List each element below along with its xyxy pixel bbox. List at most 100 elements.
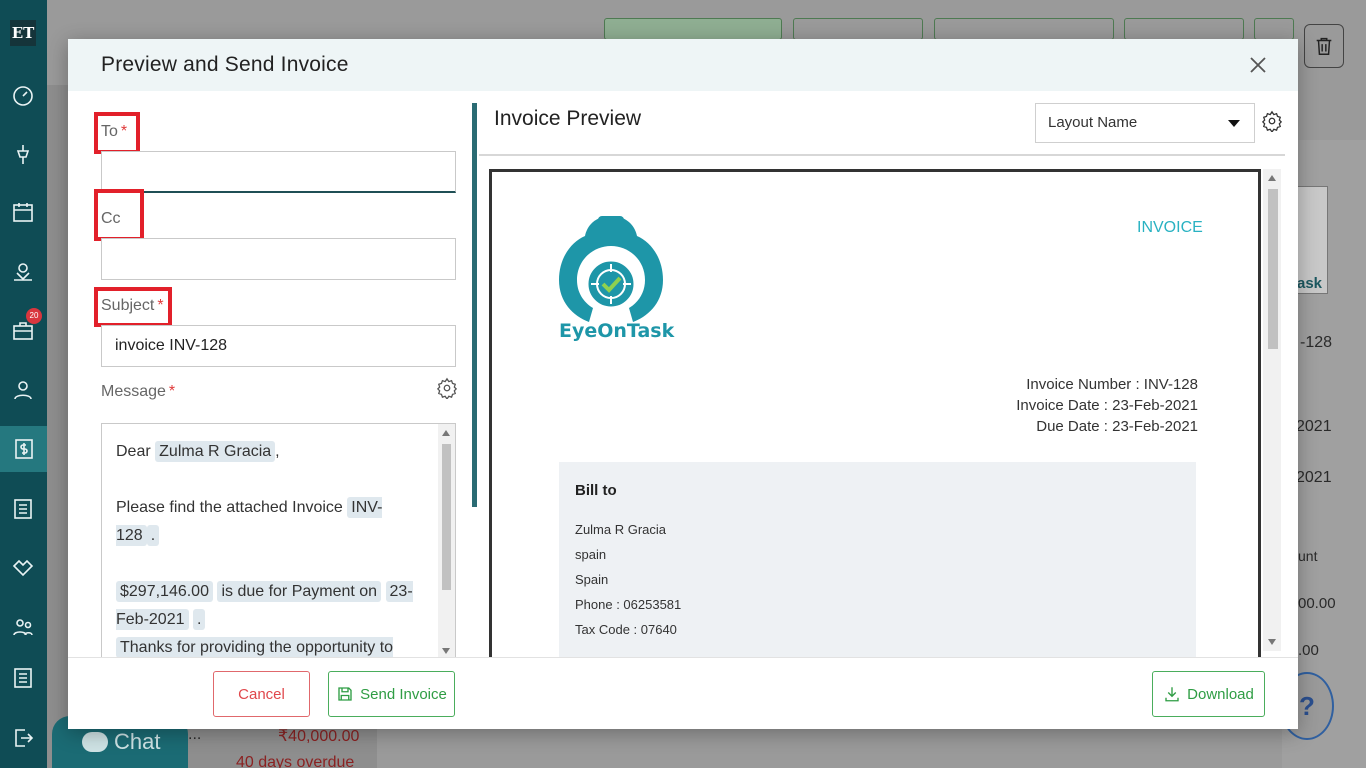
pin-icon[interactable] [11,142,35,166]
eyeontask-logo: EyeOnTask [556,212,674,344]
message-period: . [146,525,160,546]
subject-label-text: Subject [101,297,155,314]
to-label-text: To [101,123,118,140]
message-settings-gear-icon[interactable] [436,377,458,401]
scroll-up-icon[interactable] [442,430,450,436]
background-toolbar-button [934,18,1114,40]
download-button[interactable]: Download [1152,671,1265,717]
send-invoice-label: Send Invoice [360,685,447,703]
message-line3-end: . [192,609,206,630]
amount-chip[interactable]: $297,146.00 [116,581,213,602]
background-amount: ₹40,000.00 [278,728,360,745]
required-mark: * [168,383,176,400]
required-mark: * [120,123,128,140]
message-content[interactable]: Dear Zulma R Gracia, Please find the att… [116,438,416,658]
background-text: .00 [1298,642,1319,659]
invoice-date: Invoice Date : 23-Feb-2021 [1016,397,1198,414]
bill-to-line: spain [575,547,607,562]
invoice-heading: INVOICE [1137,219,1203,236]
background-text: ask [1297,275,1323,292]
bill-to-title: Bill to [575,482,617,499]
subject-input[interactable] [101,325,456,367]
cc-label: Cc [101,210,121,227]
download-label: Download [1187,685,1254,703]
preview-settings-gear-icon[interactable] [1261,110,1283,134]
chat-bubble-icon [82,732,108,752]
to-input[interactable] [101,151,456,193]
invoice-due-date: Due Date : 23-Feb-2021 [1036,418,1198,435]
download-icon [1165,687,1179,702]
logout-icon[interactable] [11,726,35,750]
message-line4: Thanks for providing the opportunity to … [116,637,394,658]
cancel-label: Cancel [238,685,285,703]
modal-header: Preview and Send Invoice [68,39,1298,91]
required-mark: * [157,297,164,314]
chat-label: Chat [114,729,161,754]
bill-to-line: Phone : 06253581 [575,597,682,612]
message-label: Message * [101,383,175,401]
invoice-meta: Invoice Number : INV-128 Invoice Date : … [1016,374,1198,437]
app-logo[interactable]: ET [10,20,36,46]
dashboard-icon[interactable] [11,84,35,108]
invoice-document: EyeOnTask INVOICE Invoice Number : INV-1… [489,169,1261,657]
scrollbar-thumb[interactable] [1268,189,1278,349]
panel-divider [472,103,477,507]
message-comma: , [275,443,280,460]
scroll-down-icon[interactable] [1268,639,1276,645]
bill-to-line: Spain [575,572,609,587]
save-icon [338,687,352,701]
message-scrollbar[interactable] [438,424,455,658]
background-toolbar-button [1124,18,1244,40]
bill-to-line: Tax Code : 07640 [575,622,677,637]
message-label-text: Message [101,383,166,400]
notification-badge: 20 [26,308,42,324]
calendar-icon[interactable] [11,200,35,224]
user-icon[interactable] [11,378,35,402]
caret-down-icon [1228,120,1240,127]
preview-send-invoice-modal: Preview and Send Invoice To * Cc Subject *… [68,39,1298,729]
background-text: 00.00 [1298,595,1336,612]
background-overdue-status: 40 days overdue [236,754,355,768]
invoice-preview-title: Invoice Preview [494,107,642,130]
subject-label: Subject * [101,297,164,315]
background-toolbar-button [793,18,923,40]
message-greeting: Dear [116,443,151,460]
message-line2: Please find the attached Invoice [116,499,343,516]
cancel-button[interactable]: Cancel [213,671,310,717]
background-text: -128 [1300,334,1333,351]
background-text: unt [1298,548,1318,564]
team-icon[interactable] [11,615,35,639]
background-text: 2021 [1296,418,1332,435]
layout-name-select[interactable]: Layout Name [1035,103,1255,143]
scroll-down-icon[interactable] [442,648,450,654]
modal-footer: Cancel Send Invoice Download [68,657,1298,729]
layout-select-value: Layout Name [1048,114,1138,131]
close-icon[interactable] [1246,53,1270,77]
message-line3: is due for Payment on [217,581,382,602]
background-text: 2021 [1296,469,1332,486]
trash-icon [1316,37,1332,55]
bill-to-line: Zulma R Gracia [575,522,667,537]
invoice-number: Invoice Number : INV-128 [1026,376,1198,393]
background-toolbar-button [1254,18,1294,40]
bill-to-box: Bill to Zulma R Gracia spain Spain Phone… [559,462,1196,657]
preview-scrollbar[interactable] [1263,169,1281,651]
scroll-up-icon[interactable] [1268,175,1276,181]
preview-divider [479,154,1285,156]
cc-input[interactable] [101,238,456,280]
customer-name-chip[interactable]: Zulma R Gracia [155,441,276,462]
handshake-icon[interactable] [11,556,35,580]
list-icon[interactable] [11,497,35,521]
scrollbar-thumb[interactable] [442,444,451,590]
settings-sliders-icon[interactable] [11,666,35,690]
send-invoice-button[interactable]: Send Invoice [328,671,455,717]
background-trash-button [1304,24,1344,68]
message-editor[interactable]: Dear Zulma R Gracia, Please find the att… [101,423,456,659]
invoice-dollar-icon[interactable] [0,426,47,472]
map-icon[interactable] [11,259,35,283]
modal-title: Preview and Send Invoice [101,53,349,76]
to-label: To * [101,123,127,141]
left-nav-rail: ET 20 [0,0,47,768]
brand-name: EyeOnTask [559,320,675,342]
background-toolbar-button [604,18,782,40]
